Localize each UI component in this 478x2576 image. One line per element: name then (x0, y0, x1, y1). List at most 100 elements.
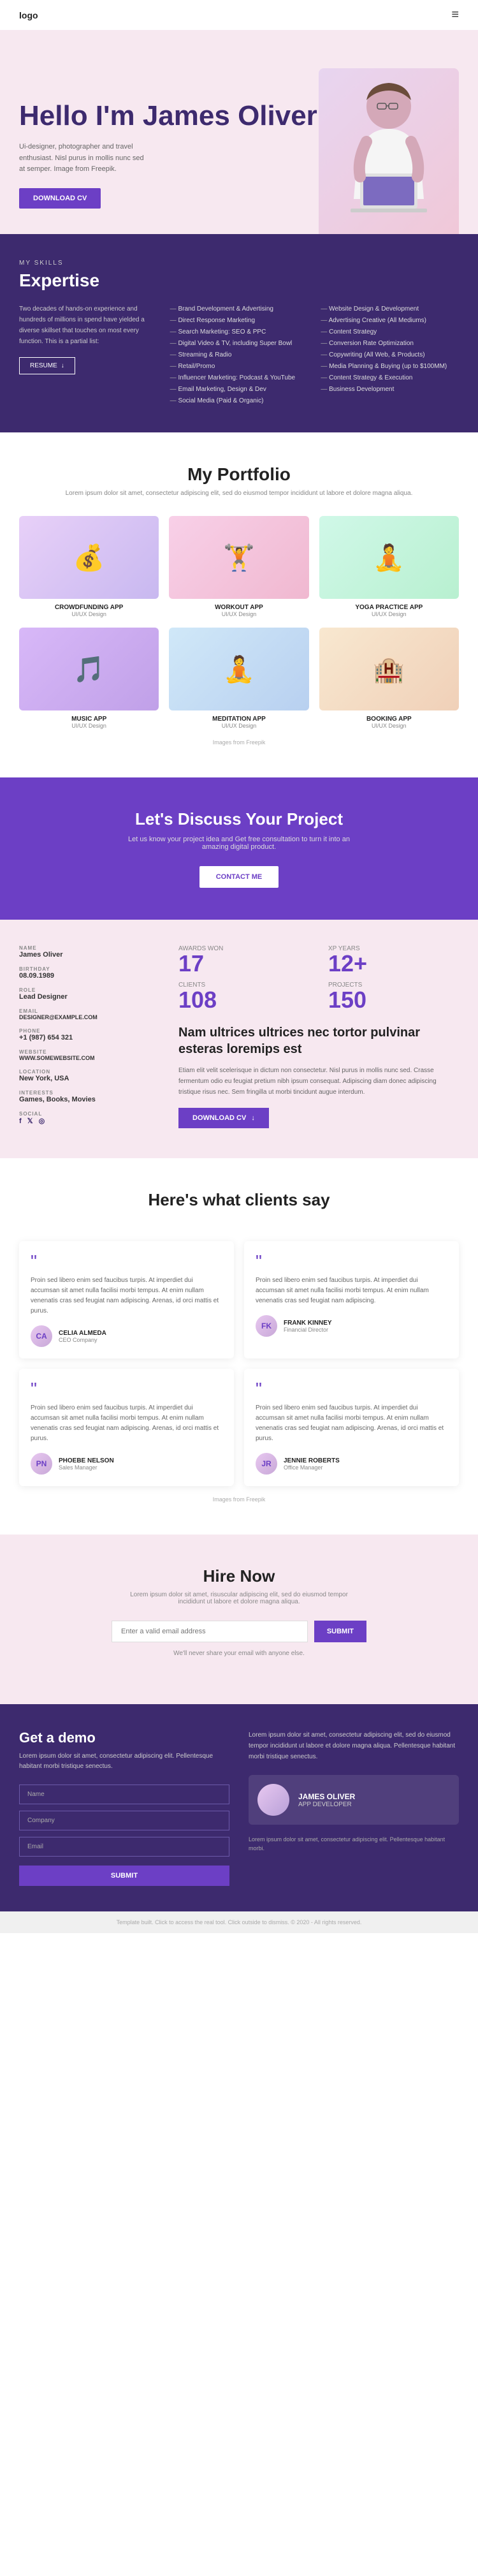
demo-name-input[interactable] (19, 1785, 229, 1804)
email-input[interactable] (112, 1621, 308, 1642)
testimonials-grid: " Proin sed libero enim sed faucibus tur… (19, 1241, 459, 1486)
stats-heading: Nam ultrices ultrices nec tortor pulvina… (178, 1024, 459, 1057)
testimonial-text: Proin sed libero enim sed faucibus turpi… (256, 1276, 447, 1306)
testimonial-author: CA CELIA ALMEDA CEO Company (31, 1325, 222, 1347)
skill-item: Content Strategy (321, 327, 459, 338)
testimonial-name: CELIA ALMEDA (59, 1330, 106, 1337)
skills-description-text: Two decades of hands-on experience and h… (19, 304, 157, 347)
portfolio-grid: 💰CROWDFUNDING APPUI/UX Design🏋️WORKOUT A… (19, 516, 459, 729)
skill-item: Conversion Rate Optimization (321, 338, 459, 350)
testimonial-avatar: FK (256, 1315, 277, 1337)
stat-projects: PROJECTS 150 (328, 982, 459, 1012)
demo-profile-name: JAMES OLIVER (298, 1792, 355, 1801)
testimonial-role: Financial Director (284, 1327, 332, 1333)
skill-item: Social Media (Paid & Organic) (170, 395, 308, 407)
download-cv-button-2[interactable]: DOWNLOAD CV ↓ (178, 1108, 269, 1128)
skill-item: Website Design & Development (321, 304, 459, 315)
hire-title: Hire Now (19, 1566, 459, 1586)
demo-title: Get a demo (19, 1730, 229, 1746)
instagram-icon[interactable]: ◎ (39, 1117, 45, 1125)
portfolio-item-title: BOOKING APP (319, 716, 459, 723)
skill-item: Digital Video & TV, including Super Bowl (170, 338, 308, 350)
portfolio-item-subtitle: UI/UX Design (19, 723, 159, 729)
hamburger-menu-icon[interactable]: ≡ (451, 8, 459, 22)
skill-item: Brand Development & Advertising (170, 304, 308, 315)
info-website: WEBSITE WWW.SOMEWEBSITE.COM (19, 1049, 159, 1061)
quote-icon: " (31, 1380, 222, 1398)
demo-submit-button[interactable]: SUBMIT (19, 1866, 229, 1886)
info-phone: PHONE +1 (987) 654 321 (19, 1028, 159, 1041)
skill-item: Business Development (321, 384, 459, 395)
skills-col-1: Brand Development & AdvertisingDirect Re… (170, 304, 308, 407)
info-role: ROLE Lead Designer (19, 987, 159, 1001)
portfolio-item[interactable]: 💰CROWDFUNDING APPUI/UX Design (19, 516, 159, 617)
demo-email-input[interactable] (19, 1837, 229, 1857)
demo-avatar (257, 1784, 289, 1816)
portfolio-description: Lorem ipsum dolor sit amet, consectetur … (19, 490, 459, 497)
demo-company-input[interactable] (19, 1811, 229, 1830)
portfolio-item[interactable]: 🧘MEDITATION APPUI/UX Design (169, 628, 308, 729)
skill-item: Email Marketing, Design & Dev (170, 384, 308, 395)
testimonial-author: PN PHOEBE NELSON Sales Manager (31, 1453, 222, 1475)
portfolio-item[interactable]: 🧘YOGA PRACTICE APPUI/UX Design (319, 516, 459, 617)
hero-image (319, 68, 459, 234)
testimonial-card: " Proin sed libero enim sed faucibus tur… (244, 1369, 459, 1486)
portfolio-item-subtitle: UI/UX Design (319, 611, 459, 617)
portfolio-item-subtitle: UI/UX Design (169, 723, 308, 729)
testimonial-text: Proin sed libero enim sed faucibus turpi… (31, 1403, 222, 1444)
hero-text: Hello I'm James Oliver Ui-designer, phot… (19, 101, 319, 234)
testimonial-name: FRANK KINNEY (284, 1320, 332, 1327)
logo: logo (19, 10, 38, 20)
testimonials-credit: Images from Freepik (19, 1496, 459, 1503)
portfolio-item-title: MEDITATION APP (169, 716, 308, 723)
quote-icon: " (256, 1380, 447, 1398)
portfolio-item-subtitle: UI/UX Design (19, 611, 159, 617)
contact-me-button[interactable]: CONTACT ME (199, 866, 279, 888)
stats-section: NAME James Oliver BIRTHDAY 08.09.1989 RO… (0, 920, 478, 1158)
download-cv-button[interactable]: DOWNLOAD CV (19, 188, 101, 209)
demo-form: SUBMIT (19, 1785, 229, 1886)
info-email: EMAIL DESIGNER@EXAMPLE.COM (19, 1008, 159, 1020)
skill-item: Copywriting (All Web, & Products) (321, 350, 459, 361)
resume-button[interactable]: RESUME ↓ (19, 357, 75, 374)
testimonial-avatar: JR (256, 1453, 277, 1475)
testimonials-title: Here's what clients say (19, 1190, 459, 1210)
testimonial-card: " Proin sed libero enim sed faucibus tur… (19, 1241, 234, 1358)
facebook-icon[interactable]: f (19, 1117, 22, 1125)
twitter-icon[interactable]: 𝕏 (27, 1117, 33, 1125)
stats-numbers: AWARDS WON 17 XP YEARS 12+ CLIENTS 108 P… (178, 945, 459, 1133)
skills-description-col: Two decades of hands-on experience and h… (19, 304, 157, 407)
portfolio-item[interactable]: 🎵MUSIC APPUI/UX Design (19, 628, 159, 729)
demo-description: Lorem ipsum dolor sit amet, consectetur … (19, 1751, 229, 1772)
testimonial-author: JR JENNIE ROBERTS Office Manager (256, 1453, 447, 1475)
portfolio-title: My Portfolio (19, 464, 459, 485)
hire-submit-button[interactable]: SUBMIT (314, 1621, 366, 1642)
skills-section: MY SKILLS Expertise Two decades of hands… (0, 234, 478, 432)
skill-item: Content Strategy & Execution (321, 372, 459, 384)
skill-item: Advertising Creative (All Mediums) (321, 315, 459, 327)
skill-item: Media Planning & Buying (up to $100MM) (321, 361, 459, 372)
stat-awards: AWARDS WON 17 (178, 945, 309, 975)
portfolio-section: My Portfolio Lorem ipsum dolor sit amet,… (0, 432, 478, 777)
hero-description: Ui-designer, photographer and travel ent… (19, 142, 147, 175)
portfolio-item-subtitle: UI/UX Design (319, 723, 459, 729)
demo-profile: JAMES OLIVER APP DEVELOPER (249, 1775, 459, 1825)
testimonials-subtitle (19, 1215, 459, 1222)
portfolio-item[interactable]: 🏋️WORKOUT APPUI/UX Design (169, 516, 308, 617)
testimonial-name: JENNIE ROBERTS (284, 1457, 340, 1464)
quote-icon: " (31, 1253, 222, 1270)
portfolio-item-title: YOGA PRACTICE APP (319, 604, 459, 611)
discuss-section: Let's Discuss Your Project Let us know y… (0, 777, 478, 920)
stats-info: NAME James Oliver BIRTHDAY 08.09.1989 RO… (19, 945, 159, 1133)
portfolio-item-subtitle: UI/UX Design (169, 611, 308, 617)
info-name: NAME James Oliver (19, 945, 159, 959)
hire-description: Lorem ipsum dolor sit amet, risuscular a… (118, 1591, 360, 1605)
testimonial-avatar: CA (31, 1325, 52, 1347)
demo-right-text: Lorem ipsum dolor sit amet, consectetur … (249, 1730, 459, 1762)
hire-note: We'll never share your email with anyone… (118, 1650, 360, 1657)
testimonial-role: Sales Manager (59, 1464, 114, 1471)
stat-clients: CLIENTS 108 (178, 982, 309, 1012)
testimonial-role: CEO Company (59, 1337, 106, 1343)
hero-section: Hello I'm James Oliver Ui-designer, phot… (0, 30, 478, 234)
portfolio-item[interactable]: 🏨BOOKING APPUI/UX Design (319, 628, 459, 729)
